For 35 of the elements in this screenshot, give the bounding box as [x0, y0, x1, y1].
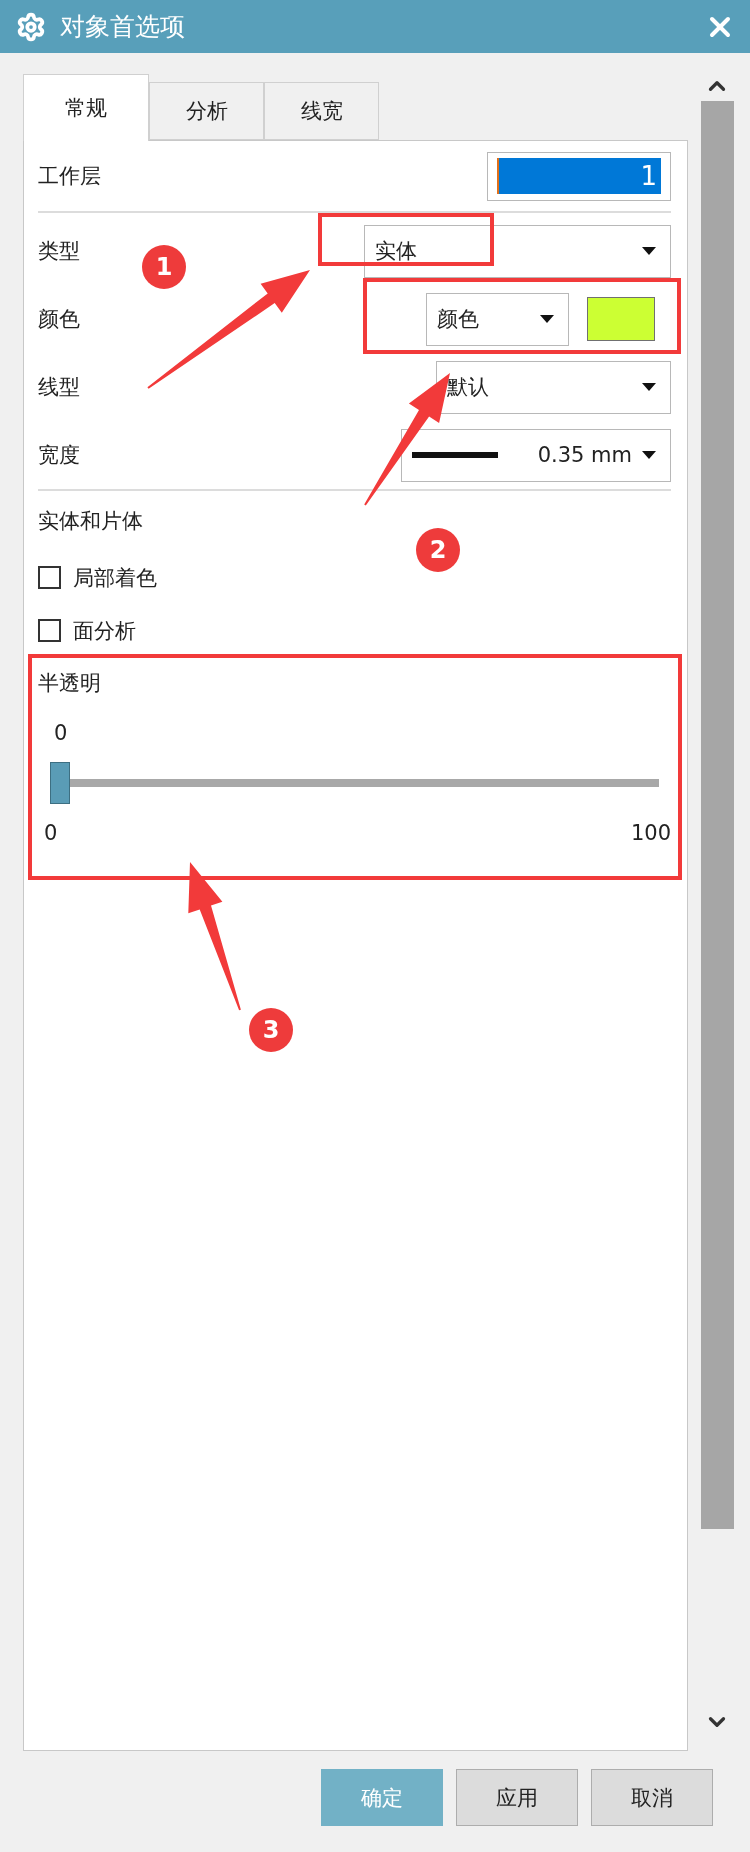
work-layer-field[interactable]: 1: [487, 151, 671, 201]
slider-min-label: 0: [44, 821, 58, 845]
checkbox-label: 局部着色: [73, 564, 157, 592]
slider[interactable]: [50, 762, 659, 804]
field-label: 线型: [38, 374, 81, 401]
checkbox[interactable]: [38, 619, 61, 642]
tab[interactable]: 常规: [23, 74, 149, 141]
field-label: 工作层: [38, 163, 102, 190]
checkbox-label: 面分析: [73, 617, 136, 645]
section-title: 实体和片体: [38, 508, 143, 535]
checkbox[interactable]: [38, 566, 61, 589]
dropdown[interactable]: 颜色: [426, 292, 569, 346]
caret-icon: [642, 247, 656, 255]
scrollbar-thumb[interactable]: [700, 101, 734, 1529]
section-title: 半透明: [38, 670, 101, 697]
color-swatch[interactable]: [587, 297, 655, 341]
field-value: 1: [497, 158, 661, 194]
caret-icon: [540, 315, 554, 323]
caret-icon: [642, 383, 656, 391]
field-label: 宽度: [38, 442, 81, 469]
field-label: 颜色: [38, 306, 81, 333]
dropdown[interactable]: 0.35 mm: [401, 428, 671, 482]
tab[interactable]: 分析: [149, 82, 264, 140]
caret-icon: [642, 451, 656, 459]
slider-thumb[interactable]: [50, 762, 70, 804]
slider-max-label: 100: [630, 821, 671, 845]
dropdown[interactable]: 默认: [436, 360, 671, 414]
field-label: 类型: [38, 238, 81, 265]
dialog-button[interactable]: 应用: [456, 1769, 578, 1826]
dialog-button[interactable]: 取消: [591, 1769, 713, 1826]
tab[interactable]: 线宽: [264, 82, 379, 140]
slider-value: 0: [54, 721, 68, 745]
window-title: 对象首选项: [60, 11, 186, 43]
settings-icon: [16, 11, 46, 42]
dropdown[interactable]: 实体: [364, 224, 671, 278]
